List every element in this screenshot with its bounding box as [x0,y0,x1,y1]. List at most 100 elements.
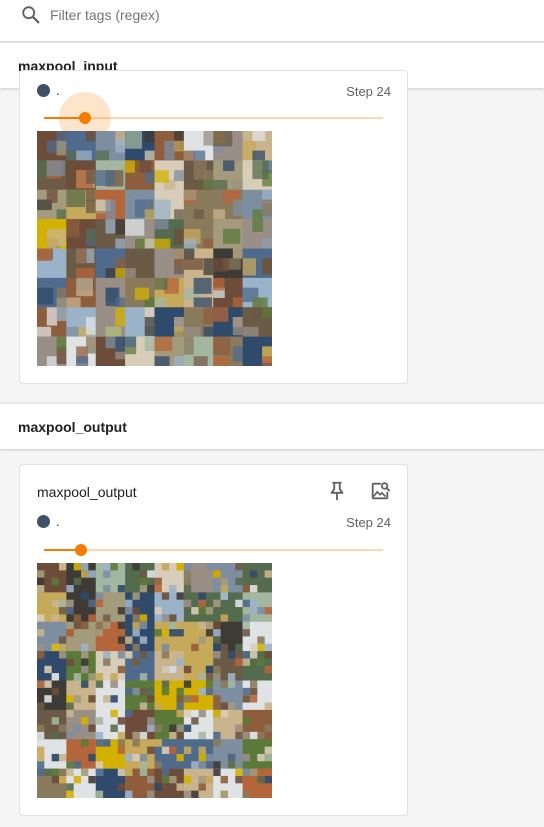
image-tile-detail [161,746,170,754]
image-tile-detail [191,761,199,769]
image-tile-detail [154,238,171,249]
step-slider-track[interactable] [44,549,383,551]
image-tile-detail [73,577,82,586]
image-tile-detail [169,731,177,740]
image-tile-detail [257,753,265,762]
image-tile-detail [264,775,272,784]
search-icon [22,6,40,24]
image-tile-detail [174,228,184,246]
image-tile-detail [183,570,192,578]
image-tile-detail [76,150,92,161]
image-tile-detail [110,724,118,732]
image-tile-detail [85,317,96,335]
image-tile-detail [139,621,148,630]
image-tile-detail [132,607,140,615]
image-tile-detail [264,643,272,652]
image-tile-detail [164,140,175,160]
image-tile-detail [56,307,67,322]
image-tile-detail [144,131,155,143]
image-tile-detail [56,336,67,351]
image-tile-detail [235,643,243,652]
tag-filter-input[interactable] [50,4,470,26]
image-tile-detail [227,761,236,769]
image-tile-detail [88,599,96,608]
image-tile-detail [81,643,89,652]
image-tile-detail [139,570,148,578]
image-tile-detail [176,687,184,696]
maxpool-input-image[interactable] [37,131,272,366]
image-tile-detail [154,336,173,352]
maxpool-output-image[interactable] [37,563,272,798]
image-tile-detail [66,219,80,238]
image-tile-detail [103,739,111,747]
image-tile-detail [88,724,96,732]
image-tile-detail [103,621,111,630]
image-tile-detail [213,336,231,356]
image-tile-detail [176,629,184,637]
image-tile-detail [183,577,192,586]
image-tile-detail [51,599,60,608]
image-tile-detail [242,651,250,659]
pin-icon[interactable] [326,480,348,502]
image-tile-detail [117,636,126,644]
image-tile-detail [169,621,177,630]
image-tile-detail [235,658,243,666]
image-tile-detail [154,356,170,366]
image-tile-detail [88,775,96,784]
image-tile-detail [37,680,45,688]
image-tile-detail [95,739,104,747]
image-tile-detail [235,599,243,608]
image-tile-detail [213,665,221,674]
image-tile-detail [249,768,258,776]
image-tile-detail [132,621,140,630]
image-tile-detail [37,753,45,762]
image-tile-detail [117,731,126,740]
image-tile-detail [81,717,89,725]
image-tile-detail [235,577,243,586]
image-tile-detail [103,614,111,622]
image-tile-detail [95,673,104,681]
image-tile-detail [117,739,126,747]
image-tile-detail [198,731,206,740]
step-slider-thumb[interactable] [78,112,91,124]
image-tile-detail [213,179,228,190]
image-tile-detail [257,775,265,784]
image-tile-detail [117,592,126,600]
image-tile-detail [232,317,243,336]
image-tile-detail [205,687,214,696]
image-tile-detail [154,219,169,230]
image-tile-detail [37,643,45,652]
step-slider-thumb[interactable] [75,544,88,556]
image-tile-detail [95,731,104,740]
image-tile-detail [242,753,250,762]
image-tile-detail [56,209,67,220]
image-tile-detail [73,761,82,769]
image-tile-detail [147,746,155,754]
image-tile-detail [66,783,74,791]
image-tile-detail [183,775,192,784]
image-tile-detail [132,643,140,652]
image-tile-detail [51,753,60,762]
image-tile-detail [198,599,206,608]
image-card-maxpool-output: maxpool_output . Step 24 [19,464,408,816]
image-tile-detail [198,775,206,784]
image-tile-detail [66,585,74,593]
image-tile-detail [73,563,82,571]
image-tile-detail [249,607,258,615]
image-tile-detail [59,607,67,615]
image-tile-detail [46,356,58,366]
image-tile-detail [56,297,67,308]
section-header-maxpool-output[interactable]: maxpool_output [0,403,544,449]
image-search-icon[interactable] [369,480,391,502]
image-tile-detail [257,643,265,652]
image-tile-detail [132,592,140,600]
image-tile-detail [37,629,45,637]
image-tile-detail [264,702,272,710]
image-tile-detail [183,563,192,571]
image-tile-detail [264,607,272,615]
image-tile-detail [223,228,241,244]
image-tile-detail [161,680,170,688]
image-tile-detail [249,687,258,696]
image-tile-detail [139,614,148,622]
image-tile-detail [205,563,214,571]
